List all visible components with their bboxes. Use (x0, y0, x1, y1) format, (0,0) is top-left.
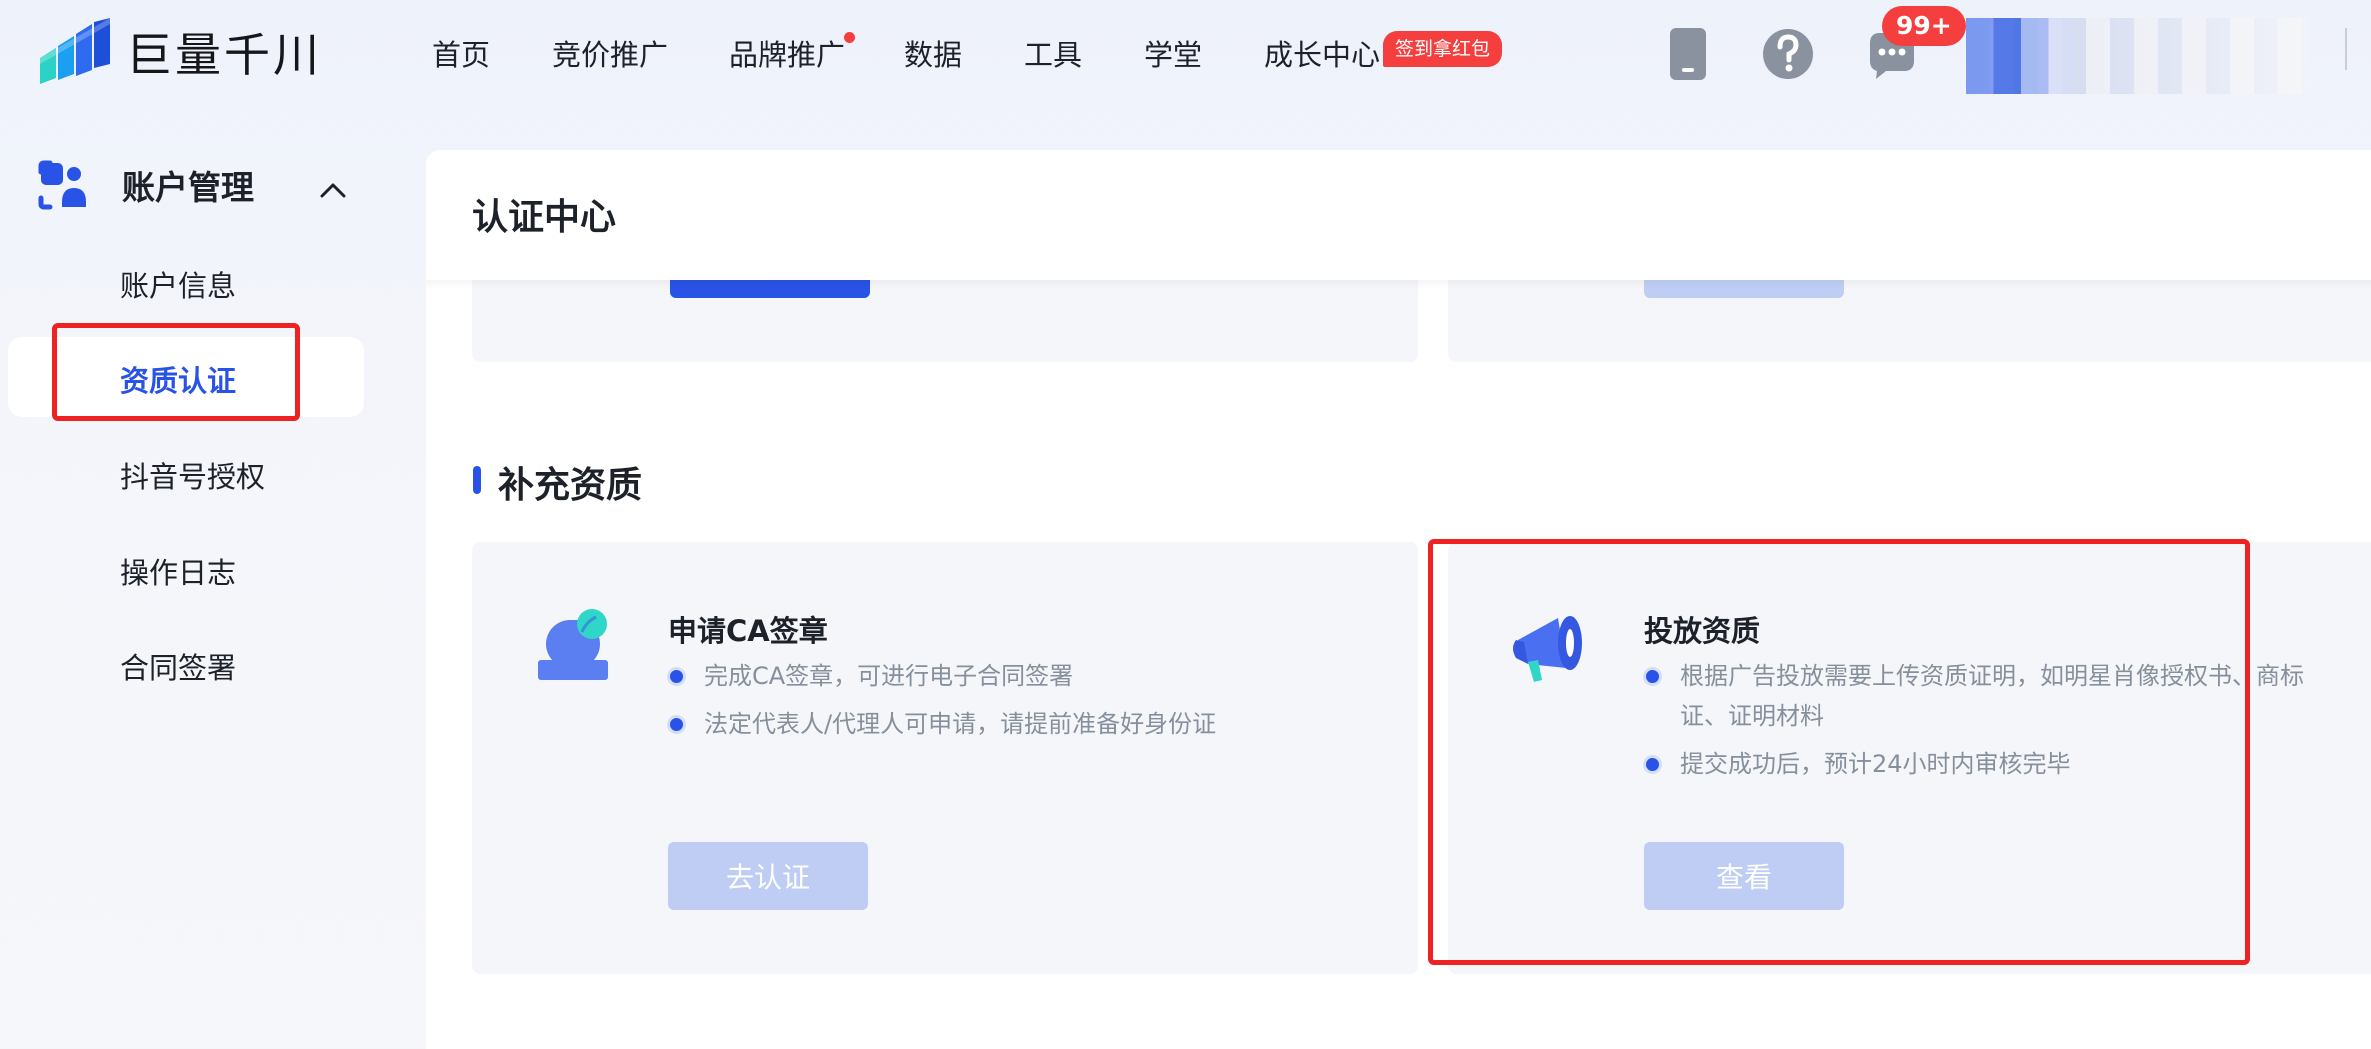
partial-card-right (1448, 280, 2371, 362)
highlight-box-sidebar (52, 323, 300, 421)
sidebar-item-account-info[interactable]: 账户信息 (120, 263, 236, 305)
page-title: 认证中心 (472, 197, 617, 238)
brand-name: 巨量千川 (126, 28, 322, 82)
account-management-icon (38, 160, 86, 210)
ca-seal-card: 申请CA签章 完成CA签章，可进行电子合同签署 法定代表人/代理人可申请，请提前… (472, 542, 1418, 974)
bullet-text: 完成CA签章，可进行电子合同签署 (704, 662, 1074, 690)
mobile-icon[interactable] (1662, 25, 1714, 83)
nav-item-brand-promotion[interactable]: 品牌推广 (729, 30, 856, 80)
section-title: 补充资质 (498, 465, 643, 506)
sidebar-item-contract-signing[interactable]: 合同签署 (120, 645, 236, 687)
header-divider (2345, 28, 2347, 70)
list-item: 完成CA签章，可进行电子合同签署 (668, 656, 1328, 696)
go-certify-button[interactable]: 去认证 (668, 842, 868, 910)
nav-item-data[interactable]: 数据 (904, 30, 962, 80)
nav-item-bidding-promotion[interactable]: 竞价推广 (552, 30, 668, 80)
notification-dot (844, 32, 856, 43)
bullet-dot-icon (670, 718, 683, 731)
nav-item-academy[interactable]: 学堂 (1144, 30, 1202, 80)
section-marker (473, 466, 481, 494)
list-item: 法定代表人/代理人可申请，请提前准备好身份证 (668, 704, 1328, 744)
bullet-text: 法定代表人/代理人可申请，请提前准备好身份证 (704, 710, 1217, 738)
sidebar-item-douyin-authorization[interactable]: 抖音号授权 (120, 454, 265, 496)
logo-icon (40, 18, 110, 84)
user-avatar[interactable] (1966, 18, 2076, 94)
partial-card-left (472, 280, 1418, 362)
top-navigation-bar: 巨量千川 首页 竞价推广 品牌推广 数据 工具 学堂 成长中心 签到拿红包 99… (0, 0, 2371, 110)
chevron-up-icon[interactable] (318, 180, 348, 200)
seal-icon (538, 609, 608, 680)
nav-item-growth-center[interactable]: 成长中心 (1264, 30, 1380, 80)
card-title: 申请CA签章 (668, 614, 828, 648)
brand-logo[interactable]: 巨量千川 (38, 18, 322, 86)
highlight-box-qualification-card (1428, 539, 2250, 965)
message-count-badge: 99+ (1882, 6, 1966, 46)
nav-item-tools[interactable]: 工具 (1024, 30, 1082, 80)
promo-badge[interactable]: 签到拿红包 (1383, 31, 1503, 67)
card-bullet-list: 完成CA签章，可进行电子合同签署 法定代表人/代理人可申请，请提前准备好身份证 (668, 656, 1328, 752)
sidebar: 账户管理 账户信息 资质认证 抖音号授权 操作日志 合同签署 (0, 110, 420, 1049)
bullet-dot-icon (670, 670, 683, 683)
scroll-shadow (426, 280, 2371, 290)
nav-item-brand-promotion-label: 品牌推广 (729, 38, 846, 72)
sidebar-group-label: 账户管理 (122, 168, 254, 207)
sidebar-item-operation-log[interactable]: 操作日志 (120, 550, 236, 592)
nav-item-home[interactable]: 首页 (432, 30, 490, 80)
sidebar-group-account-management[interactable]: 账户管理 (38, 160, 254, 210)
help-icon[interactable] (1762, 25, 1814, 83)
